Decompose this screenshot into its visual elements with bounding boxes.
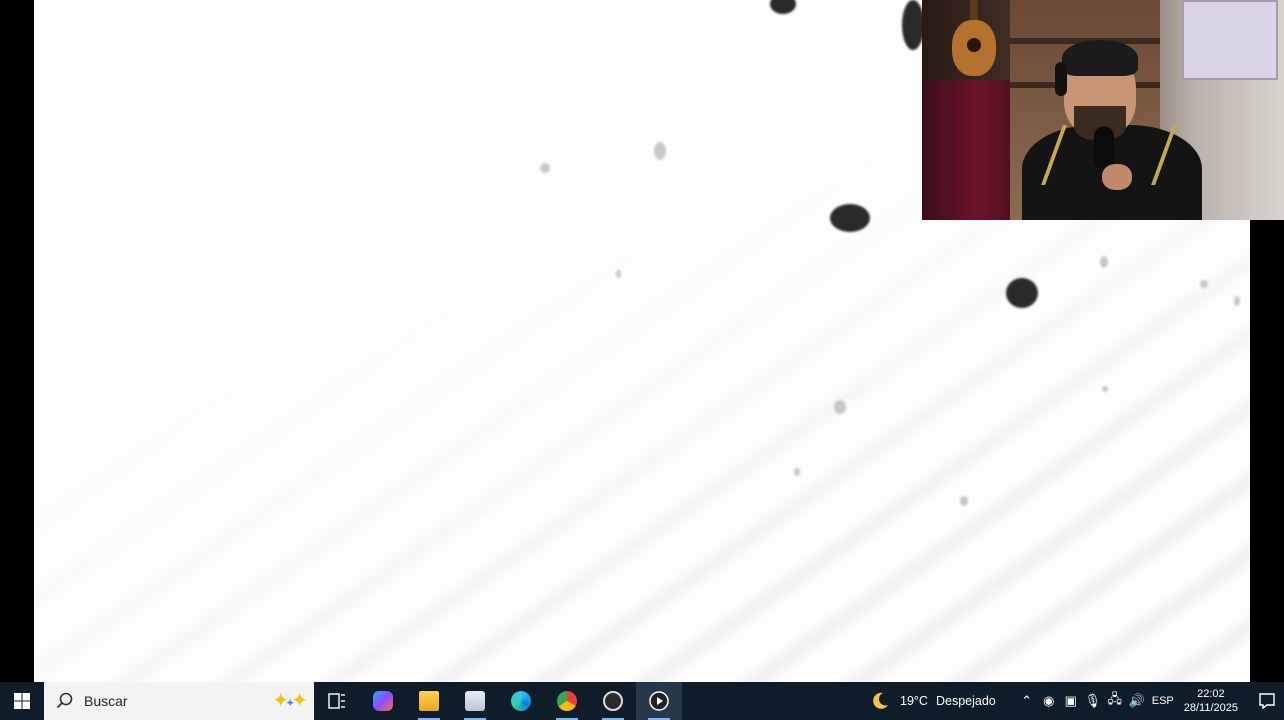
system-tray: 19°C Despejado ⌃ ◉ ▣ 🎙 🖧 🔊 ESP 22:02 28/… <box>870 682 1284 720</box>
search-icon <box>56 692 73 709</box>
moon-icon <box>873 692 889 709</box>
notepad-icon <box>465 691 485 711</box>
weather-widget[interactable]: 19°C Despejado <box>870 691 996 711</box>
media-player-button[interactable] <box>636 682 682 720</box>
sparkle-icon: ✦✦✦ <box>272 690 308 712</box>
network-icon[interactable]: 🖧 <box>1104 690 1126 712</box>
ink-splatter <box>1006 278 1038 308</box>
folder-icon <box>419 691 439 711</box>
language-indicator[interactable]: ESP <box>1152 695 1174 707</box>
chrome-button[interactable] <box>544 682 590 720</box>
search-placeholder: Buscar <box>84 693 128 709</box>
notifications-button[interactable] <box>1250 692 1284 710</box>
volume-icon[interactable]: 🔊 <box>1126 693 1148 709</box>
notepad-button[interactable] <box>452 682 498 720</box>
taskbar: Buscar ✦✦✦ 19°C Despejado ⌃ ◉ ▣ 🎙 🖧 🔊 ES… <box>0 682 1284 720</box>
ink-spot <box>1102 386 1108 392</box>
start-button[interactable] <box>0 682 44 720</box>
webcam-poster <box>1182 0 1278 80</box>
clock[interactable]: 22:02 28/11/2025 <box>1184 687 1238 715</box>
task-view-button[interactable] <box>314 682 360 720</box>
play-icon <box>649 691 669 711</box>
clock-date: 28/11/2025 <box>1183 702 1238 714</box>
webcam-microphone <box>1094 126 1114 170</box>
chevron-up-icon[interactable]: ⌃ <box>1016 693 1038 709</box>
ink-splatter <box>830 204 870 232</box>
ink-spot <box>1100 256 1108 268</box>
taskbar-search-box[interactable]: Buscar ✦✦✦ <box>44 682 314 720</box>
notification-icon <box>1259 693 1275 710</box>
camera-icon[interactable]: ▣ <box>1060 693 1082 709</box>
ink-spot <box>540 163 550 173</box>
ink-splatter <box>902 0 924 50</box>
clock-time: 22:02 <box>1197 688 1225 700</box>
webcam-guitar <box>967 38 981 52</box>
task-view-icon <box>328 693 345 709</box>
edge-button[interactable] <box>498 682 544 720</box>
copilot-button[interactable] <box>360 682 406 720</box>
webcam-person-hand <box>1102 164 1132 190</box>
webcam-curtain <box>922 80 1017 220</box>
webcam-headset <box>1055 62 1067 96</box>
obs-icon <box>603 691 623 711</box>
webcam-overlay <box>922 0 1284 220</box>
chrome-icon <box>557 691 577 711</box>
ink-spot <box>654 142 666 160</box>
ink-spot <box>1234 296 1240 306</box>
weather-condition: Despejado <box>935 694 996 708</box>
ink-spot <box>960 496 968 506</box>
webcam-person-hair <box>1062 40 1138 76</box>
ink-spot <box>834 400 846 414</box>
microphone-icon[interactable]: 🎙 <box>1082 693 1104 709</box>
obs-button[interactable] <box>590 682 636 720</box>
edge-icon <box>511 691 531 711</box>
copilot-icon <box>373 691 393 711</box>
file-explorer-button[interactable] <box>406 682 452 720</box>
taskbar-pinned-apps <box>314 682 682 720</box>
record-icon[interactable]: ◉ <box>1038 693 1060 709</box>
weather-temperature: 19°C <box>900 694 928 708</box>
ink-spot <box>616 270 621 278</box>
ink-spot <box>794 468 800 476</box>
windows-logo-icon <box>14 693 30 709</box>
ink-spot <box>1200 280 1208 288</box>
